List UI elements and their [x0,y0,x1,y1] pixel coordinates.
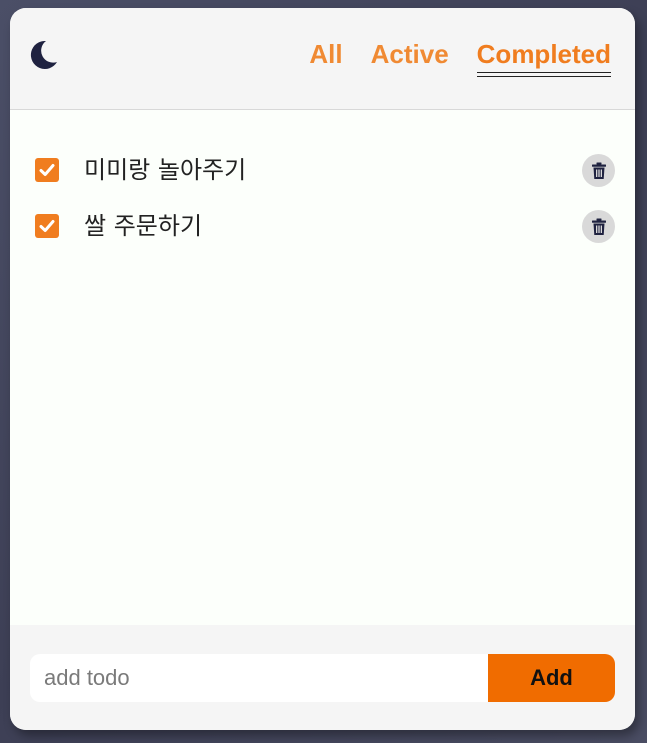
todo-text: 미미랑 놀아주기 [84,156,247,184]
checkmark-icon [39,164,55,176]
checkmark-icon [39,220,55,232]
moon-icon [30,40,57,69]
theme-toggle-button[interactable] [26,38,60,72]
todo-item: 미미랑 놀아주기 [10,150,635,190]
todo-app: All Active Completed 미미랑 놀아주기 쌀 주문하기 add… [10,8,635,730]
header: All Active Completed [10,8,635,110]
todo-list: 미미랑 놀아주기 쌀 주문하기 [10,110,635,624]
filter-active[interactable]: Active [371,36,449,72]
filter-tabs: All Active Completed [281,36,612,77]
add-todo-form: Add [30,654,615,702]
todo-item: 쌀 주문하기 [10,206,635,246]
trash-icon [591,218,606,235]
filter-completed[interactable]: Completed [476,36,612,77]
todo-checkbox[interactable] [35,214,59,238]
delete-button[interactable] [582,154,615,187]
filter-all[interactable]: All [309,36,342,72]
todo-text: 쌀 주문하기 [84,212,203,240]
add-todo-input[interactable] [30,654,488,702]
todo-checkbox[interactable] [35,158,59,182]
delete-button[interactable] [582,210,615,243]
trash-icon [591,162,606,179]
footer: Add [10,625,635,730]
add-button[interactable]: Add [488,654,615,702]
